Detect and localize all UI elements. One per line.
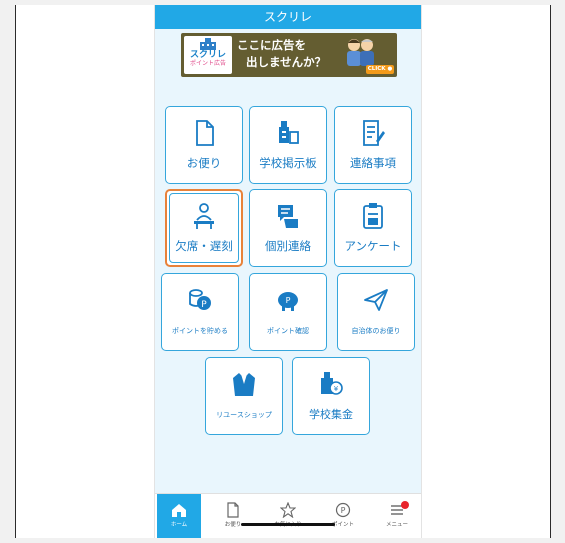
tile-absence-inner: 欠席・遅刻 bbox=[169, 193, 239, 263]
ad-logo-name: スクリレ bbox=[189, 50, 226, 60]
tile-earn-points[interactable]: P ポイントを貯める bbox=[161, 273, 239, 351]
tile-school-board[interactable]: 学校掲示板 bbox=[249, 106, 327, 184]
tile-individual-contact[interactable]: 個別連絡 bbox=[249, 189, 327, 267]
jacket-icon bbox=[233, 373, 255, 396]
paper-plane-icon bbox=[364, 289, 388, 311]
tile-municipal-letter[interactable]: 自治体のお便り bbox=[337, 273, 415, 351]
people-illustration-icon bbox=[347, 39, 374, 66]
school-building-icon bbox=[200, 38, 216, 50]
survey-clipboard-icon bbox=[363, 203, 383, 229]
tile-otayori[interactable]: お便り bbox=[165, 106, 243, 184]
svg-text:P: P bbox=[286, 296, 291, 305]
ad-area: スクリレ ポイント広告 ここに広告を 出しませんか？ CLICK ● bbox=[155, 29, 421, 79]
tile-label: 連絡事項 bbox=[350, 156, 396, 170]
bulletin-board-icon bbox=[279, 121, 299, 144]
home-indicator bbox=[241, 523, 335, 526]
tile-point-check[interactable]: P ポイント確認 bbox=[249, 273, 327, 351]
coin-stack-icon: P bbox=[189, 289, 211, 310]
ad-logo: スクリレ ポイント広告 bbox=[184, 36, 232, 74]
tile-label: 欠席・遅刻 bbox=[175, 239, 233, 253]
tile-label: アンケート bbox=[344, 239, 402, 253]
point-coin-icon: P bbox=[335, 502, 351, 518]
tile-school-fees[interactable]: ¥ 学校集金 bbox=[292, 357, 370, 435]
nav-label: メニュー bbox=[385, 522, 408, 528]
ad-text: ここに広告を 出しませんか？ bbox=[237, 37, 343, 71]
star-icon bbox=[280, 502, 296, 518]
nav-home[interactable]: ホーム bbox=[157, 494, 201, 538]
document-icon bbox=[227, 502, 239, 518]
tile-notices[interactable]: 連絡事項 bbox=[334, 106, 412, 184]
notification-badge bbox=[401, 501, 409, 509]
nav-otayori[interactable]: お便り bbox=[211, 494, 255, 538]
home-icon bbox=[172, 504, 186, 517]
tile-label: お便り bbox=[186, 156, 222, 170]
chat-bubbles-icon bbox=[278, 205, 298, 228]
nav-label: ホーム bbox=[170, 522, 188, 528]
nav-favorites[interactable]: お気に入り bbox=[266, 494, 310, 538]
tile-label: リユースショップ bbox=[216, 411, 272, 419]
ad-logo-sub: ポイント広告 bbox=[189, 60, 226, 67]
ad-text-line1: ここに広告を bbox=[237, 38, 306, 52]
nav-points[interactable]: P ポイント bbox=[321, 494, 365, 538]
tile-label: 個別連絡 bbox=[265, 239, 311, 253]
tile-survey[interactable]: アンケート bbox=[334, 189, 412, 267]
ad-click-button[interactable]: CLICK ● bbox=[366, 65, 394, 74]
bottom-nav: ホーム お便り お気に入り P ポイント bbox=[155, 493, 421, 538]
svg-text:P: P bbox=[341, 506, 346, 515]
tile-label: ポイントを貯める bbox=[172, 327, 228, 335]
phone-screen: スクリレ スクリレ ポイント広告 ここに広告を 出しませんか？ CLICK ● … bbox=[154, 5, 422, 538]
ad-banner[interactable]: スクリレ ポイント広告 ここに広告を 出しませんか？ CLICK ● bbox=[181, 33, 397, 77]
tile-absence[interactable]: 欠席・遅刻 bbox=[165, 189, 243, 267]
svg-text:P: P bbox=[201, 300, 207, 310]
nav-menu[interactable]: メニュー bbox=[375, 494, 419, 538]
tile-label: 学校集金 bbox=[309, 408, 353, 421]
document-icon bbox=[196, 120, 214, 146]
school-money-icon: ¥ bbox=[321, 372, 343, 395]
tile-reuse-shop[interactable]: リユースショップ bbox=[205, 357, 283, 435]
tile-label: 学校掲示板 bbox=[259, 156, 317, 170]
app-title: スクリレ bbox=[155, 5, 421, 29]
tile-label: ポイント確認 bbox=[267, 327, 309, 335]
ad-text-line2: 出しませんか？ bbox=[246, 55, 327, 69]
notice-list-icon bbox=[363, 120, 385, 146]
person-at-desk-icon bbox=[194, 203, 214, 229]
menu-grid: お便り 学校掲示板 連絡事項 欠席・遅刻 個別連絡 アンケート P ポイントを貯… bbox=[155, 79, 421, 493]
piggy-bank-icon: P bbox=[278, 292, 298, 311]
tile-label: 自治体のお便り bbox=[351, 327, 401, 335]
svg-text:¥: ¥ bbox=[334, 385, 339, 393]
